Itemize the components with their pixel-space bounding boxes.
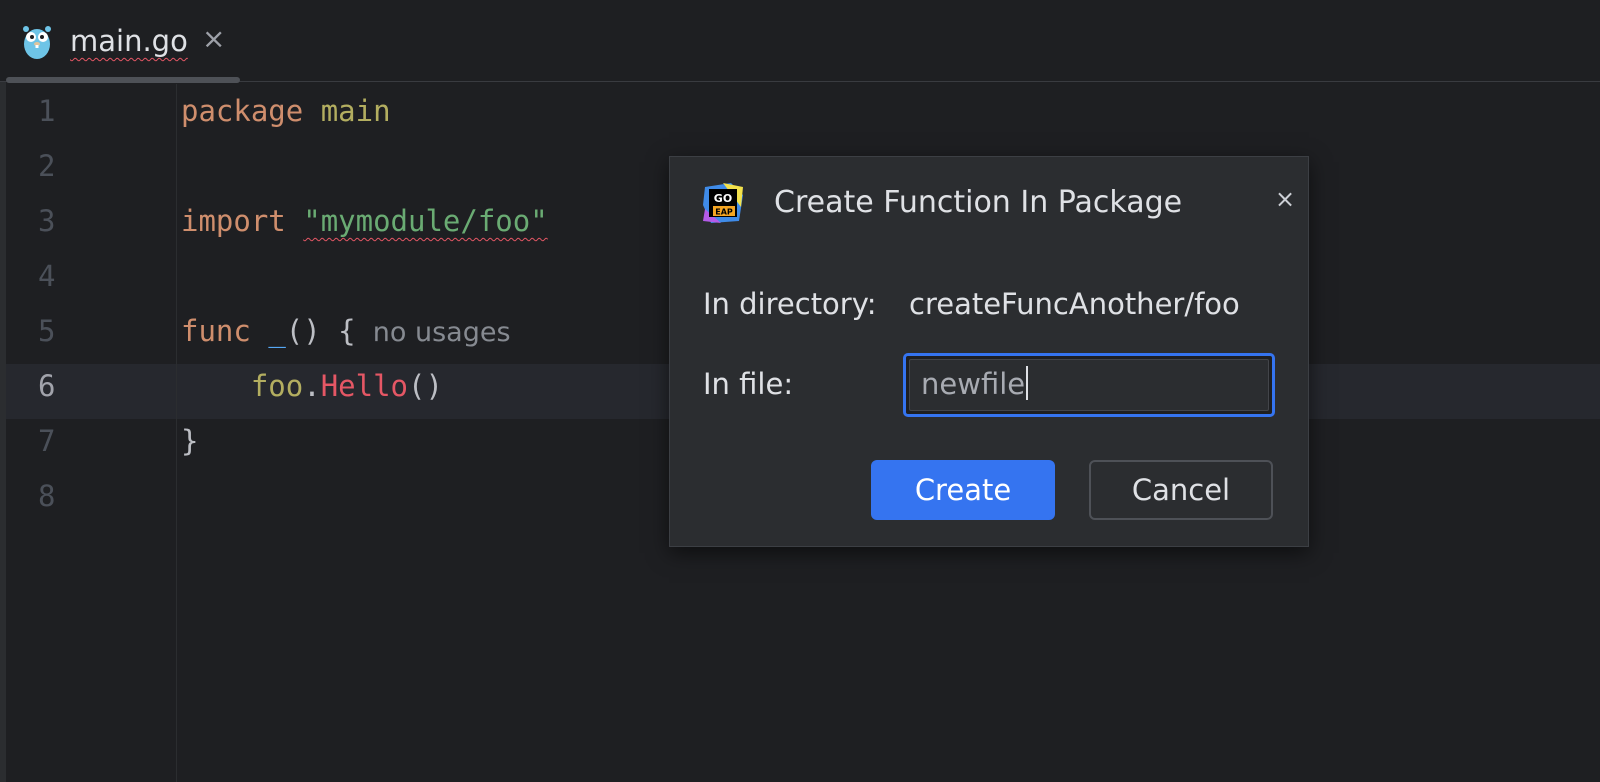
code-token: foo [250, 369, 304, 403]
gopher-icon [23, 26, 51, 59]
code-text: package main [181, 84, 391, 139]
close-icon[interactable]: × [1275, 185, 1295, 213]
code-text: foo.Hello() [181, 359, 443, 414]
line-number: 2 [38, 149, 56, 183]
create-function-dialog: GO EAP Create Function In Package × In d… [669, 156, 1309, 547]
cancel-button[interactable]: Cancel [1089, 460, 1273, 520]
code-text: import "mymodule/foo" [181, 194, 548, 249]
code-token: package [181, 94, 304, 128]
code-token: } [181, 424, 199, 458]
goland-eap-icon: GO EAP [703, 183, 743, 223]
code-token: () { [285, 314, 356, 348]
code-token: . [303, 369, 321, 403]
usage-hint: no usages [355, 317, 511, 348]
code-line[interactable]: 1 package main [0, 84, 1600, 139]
code-token: "mymodule/foo" [303, 204, 548, 238]
line-number: 8 [38, 479, 56, 513]
code-token: () [408, 369, 443, 403]
line-number: 4 [38, 259, 56, 293]
text-caret [1026, 366, 1029, 400]
directory-label: In directory: [703, 287, 877, 321]
code-text: func _() { no usages [181, 304, 511, 360]
file-input-value: newfile [921, 366, 1029, 401]
line-number: 1 [38, 94, 56, 128]
line-number: 6 [38, 369, 56, 403]
goland-eap-icon-top-text: GO [714, 192, 732, 205]
tab-close-icon[interactable]: × [202, 22, 225, 55]
active-tab-indicator [6, 77, 240, 83]
file-label: In file: [703, 367, 794, 401]
directory-value: createFuncAnother/foo [909, 287, 1240, 321]
line-number: 7 [38, 424, 56, 458]
goland-eap-icon-badge-text: EAP [715, 208, 733, 217]
dialog-title: Create Function In Package [774, 185, 1183, 220]
editor-tab-bar: main.go × [0, 0, 1600, 83]
tab-filename[interactable]: main.go [70, 24, 188, 58]
code-token: import [181, 204, 286, 238]
code-text: } [181, 414, 198, 469]
line-number: 3 [38, 204, 56, 238]
code-token: _ [268, 314, 286, 348]
tab-main-go[interactable]: main.go × [6, 0, 240, 83]
code-token: Hello [320, 369, 409, 403]
code-token: func [181, 314, 251, 348]
file-name-input[interactable]: newfile [903, 353, 1275, 417]
file-input-text: newfile [921, 367, 1026, 401]
create-button[interactable]: Create [871, 460, 1055, 520]
line-number: 5 [38, 314, 56, 348]
code-token: main [320, 94, 391, 128]
